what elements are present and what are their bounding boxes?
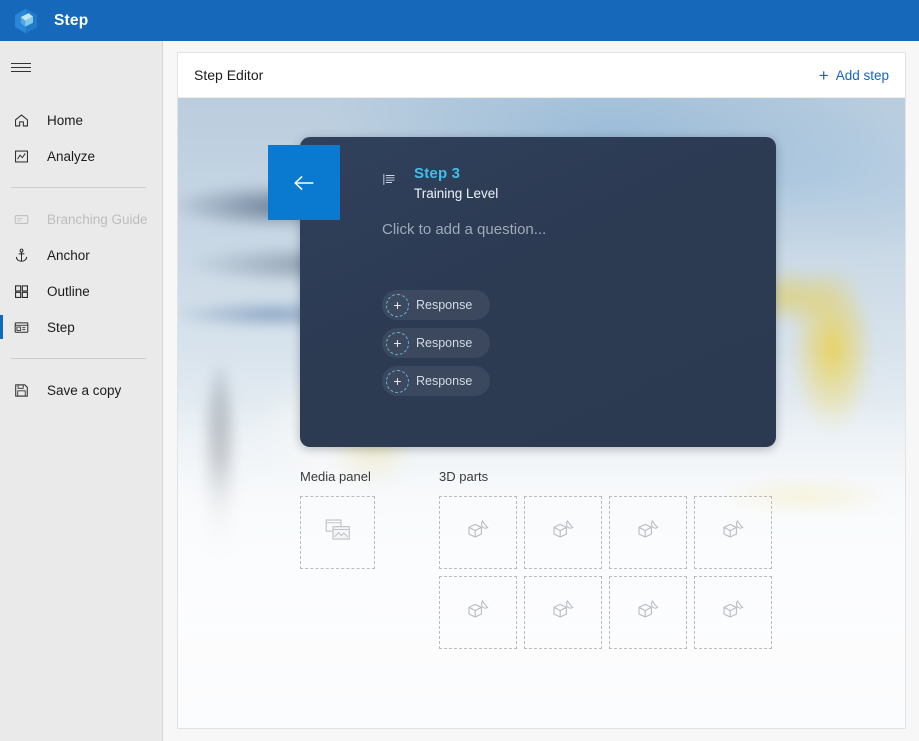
3d-part-icon xyxy=(550,598,576,627)
branching-icon xyxy=(11,209,31,229)
response-item[interactable]: + Response xyxy=(382,290,490,320)
3d-part-icon xyxy=(720,518,746,547)
asset-sections: Media panel 3D parts xyxy=(300,469,772,649)
title-bar: Step xyxy=(0,0,919,41)
save-icon xyxy=(11,380,31,400)
step-card-titles: Step 3 Training Level xyxy=(414,165,498,201)
part-slot[interactable] xyxy=(524,496,602,569)
part-slot[interactable] xyxy=(694,576,772,649)
3d-part-icon xyxy=(465,518,491,547)
sidebar-item-branching-guide: Branching Guide xyxy=(0,201,162,237)
sidebar-item-label: Save a copy xyxy=(47,382,122,398)
add-step-button[interactable]: + Add step xyxy=(819,67,889,84)
plus-icon: + xyxy=(386,331,409,355)
anchor-icon xyxy=(11,245,31,265)
image-placeholder-icon xyxy=(325,518,351,547)
sidebar-divider-2 xyxy=(11,358,146,359)
app-title: Step xyxy=(54,11,89,29)
response-label: Response xyxy=(416,336,473,350)
3d-part-icon xyxy=(635,598,661,627)
step-number: Step 3 xyxy=(414,165,461,182)
sidebar-item-label: Branching Guide xyxy=(47,211,148,227)
3d-part-icon xyxy=(550,518,576,547)
sidebar: Home Analyze Branching Guide Anchor Outl… xyxy=(0,41,163,741)
plus-icon: + xyxy=(386,293,409,317)
editor-canvas: Step 3 Training Level Click to add a que… xyxy=(178,98,905,728)
sidebar-item-outline[interactable]: Outline xyxy=(0,273,162,309)
part-slot[interactable] xyxy=(524,576,602,649)
step-card-header: Step 3 Training Level xyxy=(382,165,498,201)
parts-panel-label: 3D parts xyxy=(439,469,489,484)
parts-panel-section: 3D parts xyxy=(439,469,772,649)
sidebar-item-step[interactable]: Step xyxy=(0,309,162,345)
cube-logo-icon xyxy=(9,4,43,38)
media-panel-label: Media panel xyxy=(300,469,371,484)
hamburger-icon[interactable] xyxy=(0,47,48,87)
part-slot[interactable] xyxy=(439,576,517,649)
step-card[interactable]: Step 3 Training Level Click to add a que… xyxy=(300,137,776,447)
part-slot[interactable] xyxy=(694,496,772,569)
main-content: Step Editor + Add step Step 3 Training L… xyxy=(163,41,919,741)
editor-header: Step Editor + Add step xyxy=(178,53,905,98)
sidebar-item-label: Anchor xyxy=(47,247,90,263)
sidebar-item-anchor[interactable]: Anchor xyxy=(0,237,162,273)
sidebar-nav: Home Analyze Branching Guide Anchor Outl… xyxy=(0,102,162,408)
step-editor-panel: Step Editor + Add step Step 3 Training L… xyxy=(177,52,906,729)
part-slot[interactable] xyxy=(609,496,687,569)
step-subtitle: Training Level xyxy=(414,186,499,201)
sidebar-item-label: Home xyxy=(47,112,84,128)
outline-list-icon xyxy=(382,172,397,192)
analyze-icon xyxy=(11,146,31,166)
3d-part-icon xyxy=(635,518,661,547)
sidebar-item-label: Step xyxy=(47,319,75,335)
home-icon xyxy=(11,110,31,130)
sidebar-item-save-a-copy[interactable]: Save a copy xyxy=(0,372,162,408)
step-icon xyxy=(11,317,31,337)
sidebar-item-label: Outline xyxy=(47,283,90,299)
outline-icon xyxy=(11,281,31,301)
app-window: Step Home Analyze Branching Guide Anchor… xyxy=(0,0,919,741)
response-list: + Response + Response + Response xyxy=(382,290,490,396)
media-panel-section: Media panel xyxy=(300,469,439,649)
3d-part-icon xyxy=(720,598,746,627)
back-button[interactable] xyxy=(268,145,340,220)
add-step-label: Add step xyxy=(835,67,889,83)
part-slot[interactable] xyxy=(439,496,517,569)
media-slot[interactable] xyxy=(300,496,375,569)
sidebar-item-home[interactable]: Home xyxy=(0,102,162,138)
question-placeholder[interactable]: Click to add a question... xyxy=(382,221,546,238)
part-slot[interactable] xyxy=(609,576,687,649)
plus-icon: + xyxy=(818,65,829,85)
response-label: Response xyxy=(416,374,473,388)
sidebar-item-label: Analyze xyxy=(47,148,96,164)
page-title: Step Editor xyxy=(194,67,264,83)
sidebar-divider-1 xyxy=(11,187,146,188)
response-item[interactable]: + Response xyxy=(382,328,490,358)
sidebar-item-analyze[interactable]: Analyze xyxy=(0,138,162,174)
response-item[interactable]: + Response xyxy=(382,366,490,396)
plus-icon: + xyxy=(386,369,409,393)
3d-part-icon xyxy=(465,598,491,627)
parts-grid xyxy=(439,496,772,649)
response-label: Response xyxy=(416,298,473,312)
